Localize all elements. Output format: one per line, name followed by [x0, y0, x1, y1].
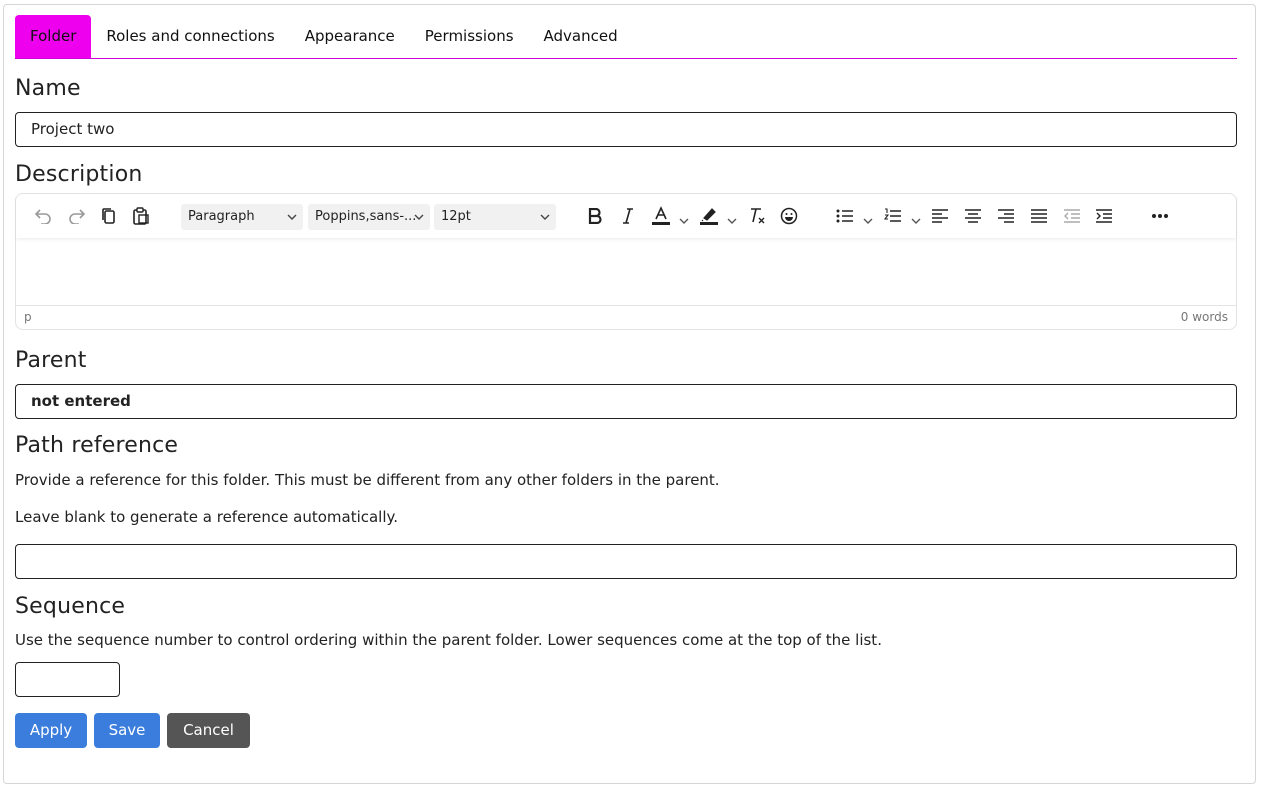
word-count[interactable]: 0 words: [1181, 310, 1228, 324]
tab-permissions[interactable]: Permissions: [410, 15, 529, 58]
numbered-list-icon[interactable]: [881, 205, 905, 227]
align-right-icon[interactable]: [994, 205, 1018, 227]
sequence-help: Use the sequence number to control order…: [15, 631, 882, 649]
tab-roles-and-connections[interactable]: Roles and connections: [91, 15, 289, 58]
path-reference-input[interactable]: [15, 544, 1237, 579]
align-center-icon[interactable]: [961, 205, 985, 227]
redo-icon[interactable]: [65, 205, 89, 227]
chevron-down-icon[interactable]: [679, 209, 689, 228]
tab-folder[interactable]: Folder: [15, 15, 92, 58]
path-reference-label: Path reference: [15, 433, 179, 458]
parent-selector[interactable]: not entered: [15, 384, 1237, 419]
justify-icon[interactable]: [1027, 205, 1051, 227]
editor-statusbar: p 0 words: [16, 305, 1236, 329]
bullet-list-icon[interactable]: [833, 205, 857, 227]
undo-icon[interactable]: [31, 205, 55, 227]
bold-icon[interactable]: [583, 205, 607, 227]
description-label: Description: [15, 162, 143, 187]
font-size-value: 12pt: [441, 209, 471, 224]
path-reference-help-1: Provide a reference for this folder. Thi…: [15, 471, 720, 489]
chevron-down-icon: [540, 204, 550, 230]
sequence-label: Sequence: [15, 594, 126, 619]
rich-text-editor: Paragraph Poppins,sans-... 12pt p 0 word…: [15, 193, 1237, 330]
paste-icon[interactable]: [129, 205, 153, 227]
chevron-down-icon: [414, 204, 424, 230]
font-family-value: Poppins,sans-...: [315, 209, 417, 224]
tab-bar: Folder Roles and connections Appearance …: [15, 15, 1237, 59]
indent-icon[interactable]: [1092, 205, 1116, 227]
chevron-down-icon: [287, 204, 297, 230]
save-button[interactable]: Save: [94, 713, 160, 748]
align-left-icon[interactable]: [928, 205, 952, 227]
name-label: Name: [15, 76, 81, 101]
block-format-select[interactable]: Paragraph: [181, 204, 303, 230]
cancel-button[interactable]: Cancel: [167, 713, 250, 748]
clear-format-icon[interactable]: [745, 205, 769, 227]
font-size-select[interactable]: 12pt: [434, 204, 556, 230]
font-family-select[interactable]: Poppins,sans-...: [308, 204, 430, 230]
parent-label: Parent: [15, 348, 87, 373]
tab-advanced[interactable]: Advanced: [529, 15, 633, 58]
path-reference-help-2: Leave blank to generate a reference auto…: [15, 508, 399, 526]
chevron-down-icon[interactable]: [911, 209, 921, 228]
copy-icon[interactable]: [97, 205, 121, 227]
emoji-icon[interactable]: [777, 205, 801, 227]
block-format-value: Paragraph: [188, 209, 255, 224]
italic-icon[interactable]: [616, 205, 640, 227]
name-input[interactable]: Project two: [15, 112, 1237, 147]
more-icon[interactable]: [1148, 205, 1172, 227]
editor-content-area[interactable]: [16, 238, 1236, 300]
outdent-icon[interactable]: [1060, 205, 1084, 227]
element-path[interactable]: p: [24, 310, 32, 324]
chevron-down-icon[interactable]: [863, 209, 873, 228]
highlight-icon[interactable]: [697, 205, 721, 227]
sequence-input[interactable]: [15, 662, 120, 697]
chevron-down-icon[interactable]: [727, 209, 737, 228]
text-color-icon[interactable]: [649, 205, 673, 227]
apply-button[interactable]: Apply: [15, 713, 87, 748]
editor-toolbar: Paragraph Poppins,sans-... 12pt: [16, 194, 1236, 238]
tab-appearance[interactable]: Appearance: [290, 15, 410, 58]
